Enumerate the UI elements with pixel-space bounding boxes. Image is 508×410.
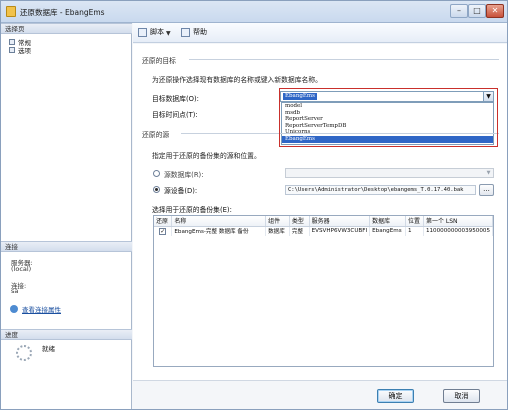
component-cell: 数据库 bbox=[265, 226, 290, 236]
cancel-button[interactable]: 取消 bbox=[443, 389, 480, 403]
column-header-database[interactable]: 数据库 bbox=[369, 216, 406, 227]
view-connection-properties-label: 查看连接属性 bbox=[22, 306, 61, 314]
from-device-label: 源设备(D): bbox=[164, 187, 198, 195]
select-page-header: 选择页 bbox=[1, 23, 132, 34]
maximize-button[interactable]: □ bbox=[468, 4, 486, 18]
from-device-radio[interactable] bbox=[153, 186, 160, 193]
window-title: 还原数据库 - EbangEms bbox=[20, 8, 105, 17]
position-cell: 1 bbox=[405, 226, 424, 236]
properties-icon bbox=[10, 305, 18, 313]
column-header-type[interactable]: 类型 bbox=[289, 216, 310, 227]
dropdown-option[interactable]: ReportServer bbox=[282, 116, 493, 123]
help-icon bbox=[181, 27, 190, 37]
ok-button[interactable]: 确定 bbox=[377, 389, 414, 403]
help-button[interactable]: 帮助 bbox=[181, 27, 207, 37]
main-content: Y|网 还原的目标 为还原操作选择现有数据库的名称或键入新数据库名称。 目标数据… bbox=[133, 44, 507, 380]
restore-database-dialog: 还原数据库 - EbangEms – □ ✕ 选择页 常规 选项 连接 服务器:… bbox=[0, 0, 508, 410]
from-database-label: 源数据库(R): bbox=[164, 171, 204, 179]
dropdown-option[interactable]: msdb bbox=[282, 110, 493, 117]
script-label: 脚本 bbox=[150, 28, 164, 36]
chevron-down-icon: ▼ bbox=[486, 170, 491, 176]
from-database-combobox[interactable]: ▼ bbox=[285, 168, 494, 178]
script-dropdown-arrow[interactable]: ▼ bbox=[166, 30, 171, 37]
column-header-first-lsn[interactable]: 第一个 LSN bbox=[423, 216, 493, 227]
restore-source-title: 还原的源 bbox=[142, 131, 170, 139]
column-header-position[interactable]: 位置 bbox=[405, 216, 424, 227]
column-header-restore[interactable]: 还原 bbox=[154, 216, 173, 227]
toolbar: 脚本 ▼ 帮助 bbox=[133, 23, 507, 43]
target-db-label: 目标数据库(O): bbox=[152, 95, 199, 103]
script-button[interactable]: 脚本 bbox=[138, 27, 164, 37]
table-header-row: 还原 名称 组件 类型 服务器 数据库 位置 第一个 LSN bbox=[154, 216, 493, 227]
page-icon bbox=[9, 47, 15, 53]
close-button[interactable]: ✕ bbox=[486, 4, 504, 18]
connection-value: sa bbox=[11, 287, 19, 295]
restore-source-description: 指定用于还原的备份集的源和位置。 bbox=[152, 152, 261, 160]
minimize-button[interactable]: – bbox=[450, 4, 468, 18]
backup-sets-grid: 还原 名称 组件 类型 服务器 数据库 位置 第一个 LSN ✓ EbangEm… bbox=[153, 215, 494, 367]
section-divider bbox=[189, 59, 499, 60]
target-db-value: EbangEms bbox=[283, 93, 317, 100]
server-cell: EVSVHP6VW3CUBFI bbox=[309, 226, 371, 236]
title-bar: 还原数据库 - EbangEms – □ ✕ bbox=[1, 1, 507, 23]
dialog-footer: 确定 取消 bbox=[133, 380, 507, 409]
type-cell: 完整 bbox=[289, 226, 310, 236]
view-connection-properties-link[interactable]: 查看连接属性 bbox=[10, 304, 61, 314]
script-icon bbox=[138, 27, 147, 37]
database-icon bbox=[6, 6, 16, 17]
column-header-component[interactable]: 组件 bbox=[265, 216, 290, 227]
help-label: 帮助 bbox=[193, 28, 207, 36]
connection-header: 连接 bbox=[1, 241, 132, 252]
dropdown-option[interactable]: ReportServerTempDB bbox=[282, 123, 493, 130]
dropdown-option[interactable]: model bbox=[282, 103, 493, 110]
browse-button[interactable]: ... bbox=[479, 184, 494, 196]
device-path-field[interactable]: C:\Users\Administrator\Desktop\ebangems_… bbox=[285, 185, 476, 195]
section-divider bbox=[181, 133, 499, 134]
target-db-combobox[interactable]: EbangEms ▼ bbox=[280, 91, 494, 102]
backup-name-cell: EbangEms-完整 数据库 备份 bbox=[171, 226, 267, 236]
column-header-name[interactable]: 名称 bbox=[171, 216, 267, 227]
target-db-dropdown-list: model msdb ReportServer ReportServerTemp… bbox=[281, 102, 494, 145]
left-pane: 选择页 常规 选项 连接 服务器: (local) 连接: sa 查看连接属性 … bbox=[1, 23, 132, 409]
progress-header: 进度 bbox=[1, 329, 132, 340]
table-row[interactable]: ✓ EbangEms-完整 数据库 备份 数据库 完整 EVSVHP6VW3CU… bbox=[154, 226, 493, 236]
column-header-server[interactable]: 服务器 bbox=[309, 216, 371, 227]
first-lsn-cell: 110000000003950005 bbox=[423, 226, 493, 236]
progress-status: 就绪 bbox=[42, 345, 55, 353]
database-cell: EbangEms bbox=[369, 226, 406, 236]
restore-checkbox[interactable]: ✓ bbox=[159, 227, 167, 235]
page-options-label: 选项 bbox=[18, 47, 31, 55]
server-value: (local) bbox=[11, 265, 32, 273]
progress-spinner-icon bbox=[16, 345, 32, 361]
from-database-radio[interactable] bbox=[153, 170, 160, 177]
restore-target-description: 为还原操作选择现有数据库的名称或键入新数据库名称。 bbox=[152, 76, 322, 84]
chevron-down-icon[interactable]: ▼ bbox=[483, 92, 493, 101]
dropdown-option-selected[interactable]: EbangEms bbox=[282, 135, 493, 143]
page-options[interactable]: 选项 bbox=[9, 45, 31, 55]
restore-target-title: 还原的目标 bbox=[142, 57, 176, 65]
point-in-time-label: 目标时间点(T): bbox=[152, 111, 198, 119]
backup-sets-label: 选择用于还原的备份集(E): bbox=[152, 206, 232, 214]
restore-checkbox-cell[interactable]: ✓ bbox=[154, 226, 173, 236]
